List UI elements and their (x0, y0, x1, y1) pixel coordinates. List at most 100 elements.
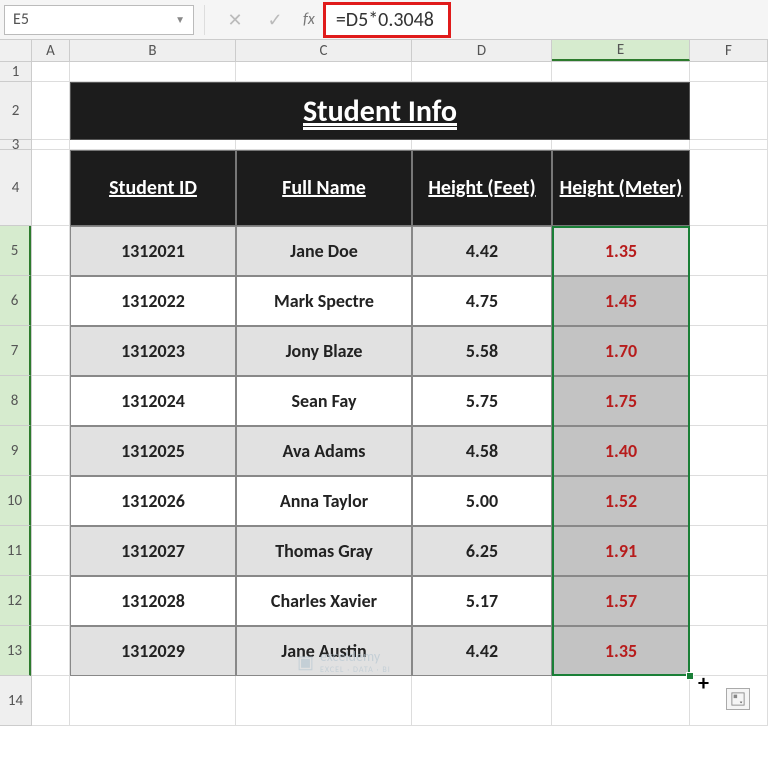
autofill-options-button[interactable] (726, 688, 750, 710)
col-header-C[interactable]: C (236, 40, 412, 61)
cell-height-meter[interactable]: 1.57 (552, 576, 690, 626)
cell[interactable] (32, 326, 70, 376)
cell[interactable] (690, 150, 768, 226)
cell-height-meter[interactable]: 1.45 (552, 276, 690, 326)
cell[interactable] (70, 140, 236, 150)
cell-height-feet[interactable]: 4.75 (412, 276, 552, 326)
row-header-1[interactable]: 1 (0, 62, 31, 82)
row-header-10[interactable]: 10 (0, 476, 31, 526)
cell-student-id[interactable]: 1312024 (70, 376, 236, 426)
cell[interactable] (412, 676, 552, 726)
cell-full-name[interactable]: Anna Taylor (236, 476, 412, 526)
cell[interactable] (690, 376, 768, 426)
select-all-button[interactable] (0, 40, 32, 61)
row-header-13[interactable]: 13 (0, 626, 31, 676)
cell[interactable] (412, 62, 552, 82)
cell-student-id[interactable]: 1312028 (70, 576, 236, 626)
row-header-14[interactable]: 14 (0, 676, 31, 726)
cell[interactable] (32, 140, 70, 150)
row-header-9[interactable]: 9 (0, 426, 31, 476)
cell-full-name[interactable]: Jane Doe (236, 226, 412, 276)
cell[interactable] (552, 676, 690, 726)
cell-height-feet[interactable]: 5.17 (412, 576, 552, 626)
col-header-F[interactable]: F (690, 40, 768, 61)
row-header-3[interactable]: 3 (0, 140, 31, 150)
cell[interactable] (32, 376, 70, 426)
cell[interactable] (32, 676, 70, 726)
cell[interactable] (690, 82, 768, 140)
cell-height-meter[interactable]: 1.70 (552, 326, 690, 376)
cell[interactable] (552, 140, 690, 150)
cell[interactable] (32, 82, 70, 140)
cell[interactable] (690, 226, 768, 276)
cell[interactable] (236, 140, 412, 150)
cell-full-name[interactable]: Thomas Gray (236, 526, 412, 576)
cell-full-name[interactable]: Ava Adams (236, 426, 412, 476)
table-title[interactable]: Student Info (70, 82, 690, 140)
row-header-2[interactable]: 2 (0, 82, 31, 140)
header-full-name[interactable]: Full Name (236, 150, 412, 226)
col-header-D[interactable]: D (412, 40, 552, 61)
cell[interactable] (690, 62, 768, 82)
cell-height-meter[interactable]: 1.40 (552, 426, 690, 476)
cell-height-feet[interactable]: 5.75 (412, 376, 552, 426)
cell[interactable] (690, 526, 768, 576)
cell-student-id[interactable]: 1312027 (70, 526, 236, 576)
cell[interactable] (32, 476, 70, 526)
cell-height-meter[interactable]: 1.91 (552, 526, 690, 576)
cell[interactable] (690, 276, 768, 326)
row-header-11[interactable]: 11 (0, 526, 31, 576)
formula-input[interactable]: =D5*0.3048 (323, 2, 451, 38)
cell[interactable] (690, 326, 768, 376)
cell[interactable] (690, 426, 768, 476)
cell-height-meter[interactable]: 1.35 (552, 626, 690, 676)
cell[interactable] (32, 426, 70, 476)
col-header-A[interactable]: A (32, 40, 70, 61)
cell-height-feet[interactable]: 4.42 (412, 226, 552, 276)
cell-full-name[interactable]: Jony Blaze (236, 326, 412, 376)
cell[interactable] (32, 576, 70, 626)
row-header-6[interactable]: 6 (0, 276, 31, 326)
cell[interactable] (70, 676, 236, 726)
header-student-id[interactable]: Student ID (70, 150, 236, 226)
row-header-8[interactable]: 8 (0, 376, 31, 426)
col-header-E[interactable]: E (552, 40, 690, 61)
sheet-area[interactable]: Student Info Student ID Full Name Height… (32, 62, 768, 726)
cell[interactable] (690, 576, 768, 626)
cell[interactable] (412, 140, 552, 150)
chevron-down-icon[interactable]: ▼ (175, 13, 185, 26)
cell[interactable] (690, 476, 768, 526)
cell[interactable] (552, 62, 690, 82)
row-header-12[interactable]: 12 (0, 576, 31, 626)
cell-full-name[interactable]: Sean Fay (236, 376, 412, 426)
cell[interactable] (236, 62, 412, 82)
cell-height-meter[interactable]: 1.52 (552, 476, 690, 526)
cell-height-feet[interactable]: 4.58 (412, 426, 552, 476)
cell-height-feet[interactable]: 6.25 (412, 526, 552, 576)
cell[interactable] (32, 62, 70, 82)
cell-height-meter[interactable]: 1.35 (552, 226, 690, 276)
cell-full-name[interactable]: Mark Spectre (236, 276, 412, 326)
cell-height-meter[interactable]: 1.75 (552, 376, 690, 426)
row-header-7[interactable]: 7 (0, 326, 31, 376)
cell[interactable] (690, 140, 768, 150)
name-box[interactable]: E5 ▼ (4, 5, 194, 35)
cell-student-id[interactable]: 1312022 (70, 276, 236, 326)
cell[interactable] (32, 276, 70, 326)
cell[interactable] (32, 626, 70, 676)
cell-height-feet[interactable]: 4.42 (412, 626, 552, 676)
cell[interactable] (70, 62, 236, 82)
cell[interactable] (690, 626, 768, 676)
cell-height-feet[interactable]: 5.58 (412, 326, 552, 376)
row-header-4[interactable]: 4 (0, 150, 31, 226)
cell[interactable] (32, 226, 70, 276)
cell[interactable] (32, 526, 70, 576)
cell-student-id[interactable]: 1312021 (70, 226, 236, 276)
cell-student-id[interactable]: 1312026 (70, 476, 236, 526)
col-header-B[interactable]: B (70, 40, 236, 61)
header-height-meter[interactable]: Height (Meter) (552, 150, 690, 226)
cell-full-name[interactable]: Charles Xavier (236, 576, 412, 626)
header-height-feet[interactable]: Height (Feet) (412, 150, 552, 226)
cell-student-id[interactable]: 1312023 (70, 326, 236, 376)
fx-icon[interactable]: fx (303, 10, 315, 29)
